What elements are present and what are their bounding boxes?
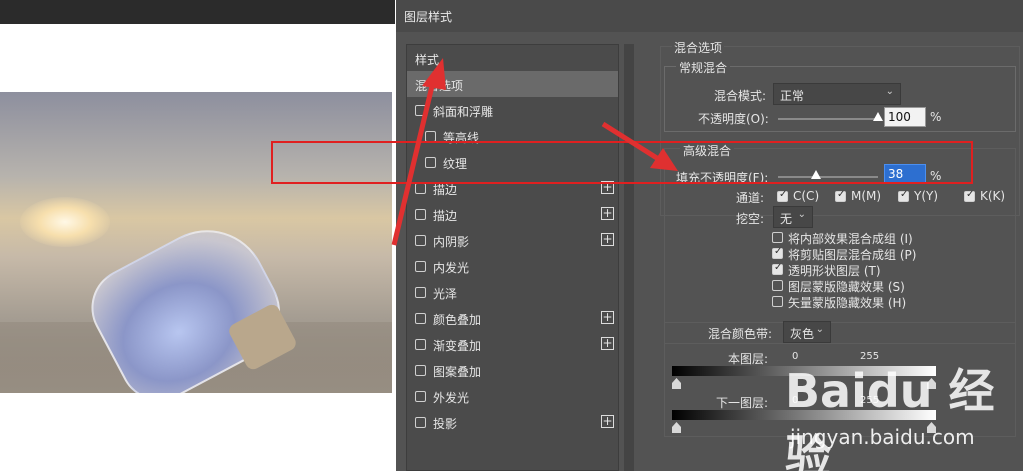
style-item-label: 斜面和浮雕 — [433, 105, 494, 119]
add-style-plus-icon[interactable]: + — [601, 415, 614, 428]
blend-mode-label: 混合模式: — [714, 89, 767, 103]
add-style-plus-icon[interactable]: + — [601, 311, 614, 324]
style-item-checkbox[interactable] — [415, 183, 426, 194]
channel-checkbox[interactable] — [964, 189, 975, 202]
style-item-checkbox[interactable] — [415, 313, 426, 324]
style-item-label: 渐变叠加 — [433, 339, 482, 353]
style-item-checkbox[interactable] — [415, 339, 426, 350]
watermark-url: jingyan.baidu.com — [790, 425, 975, 449]
add-style-plus-icon[interactable]: + — [601, 233, 614, 246]
advanced-option-checkbox[interactable] — [772, 296, 783, 307]
chevron-down-icon: ⌄ — [885, 86, 894, 97]
style-item[interactable]: 图案叠加 — [407, 357, 618, 383]
advanced-option-label: 矢量蒙版隐藏效果 (H) — [788, 296, 907, 310]
advanced-option-checkbox[interactable] — [772, 280, 783, 291]
chevron-down-icon: ⌄ — [797, 209, 806, 220]
style-item-label: 混合选项 — [415, 79, 464, 93]
style-item-checkbox[interactable] — [415, 391, 426, 402]
style-list-scrollbar[interactable] — [624, 44, 634, 471]
channel-checkbox[interactable] — [777, 189, 788, 202]
dialog-title: 图层样式 — [404, 10, 453, 24]
advanced-option-label: 将内部效果混合成组 (I) — [788, 232, 913, 246]
style-item-label: 光泽 — [433, 287, 458, 301]
opacity-slider-track[interactable] — [778, 118, 878, 120]
dialog-title-bar: 图层样式 — [396, 0, 1023, 32]
editor-top-bar — [0, 0, 395, 24]
opacity-input[interactable]: 100 — [884, 107, 926, 127]
sunset-glow — [20, 197, 110, 247]
fill-opacity-highlight-box — [271, 141, 973, 184]
style-item[interactable]: 描边 + — [407, 201, 618, 227]
style-item-label: 外发光 — [433, 391, 470, 405]
style-item[interactable]: 外发光 — [407, 383, 618, 409]
advanced-option-checkbox[interactable] — [772, 232, 783, 243]
underlying-layer-label: 下一图层: — [716, 396, 769, 410]
blend-if-value: 灰色 — [790, 327, 815, 341]
knockout-value: 无 — [780, 212, 793, 226]
blend-if-select[interactable]: 灰色 ⌄ — [783, 321, 831, 343]
style-item-checkbox[interactable] — [415, 417, 426, 428]
blend-mode-select[interactable]: 正常 ⌄ — [773, 83, 901, 105]
style-item[interactable]: 混合选项 — [407, 71, 618, 97]
channel-label: M(M) — [851, 189, 882, 203]
style-item[interactable]: 内发光 — [407, 253, 618, 279]
style-item-label: 颜色叠加 — [433, 313, 482, 327]
style-item-label: 图案叠加 — [433, 365, 482, 379]
style-item-checkbox[interactable] — [415, 235, 426, 246]
blend-options-title: 混合选项 — [672, 39, 725, 56]
channel-label: Y(Y) — [914, 189, 939, 203]
style-item-label: 投影 — [433, 417, 458, 431]
blend-mode-value: 正常 — [780, 89, 805, 103]
style-list-header: 样式 — [407, 45, 618, 71]
chevron-down-icon: ⌄ — [815, 324, 824, 335]
style-item-checkbox[interactable] — [415, 209, 426, 220]
style-item-checkbox[interactable] — [415, 105, 426, 116]
blend-if-label: 混合颜色带: — [708, 327, 773, 341]
style-item-checkbox[interactable] — [415, 287, 426, 298]
channel-label: K(K) — [980, 189, 1006, 203]
watermark-logo: Baidu 经验 — [785, 364, 995, 471]
channel-label: C(C) — [793, 189, 820, 203]
opacity-slider-thumb[interactable] — [873, 112, 883, 121]
style-list-panel: 样式 混合选项 斜面和浮雕 等高线 纹理 描边 + 描边 + 内阴影 + 内发光 光泽 颜色叠加 + 渐变叠… — [406, 44, 619, 471]
style-list-header-label: 样式 — [415, 53, 440, 67]
add-style-plus-icon[interactable]: + — [601, 207, 614, 220]
style-item-label: 内发光 — [433, 261, 470, 275]
style-item-checkbox[interactable] — [415, 261, 426, 272]
style-item[interactable]: 渐变叠加 + — [407, 331, 618, 357]
advanced-option-checkbox[interactable] — [772, 262, 783, 275]
channels-label: 通道: — [736, 191, 765, 205]
knockout-label: 挖空: — [736, 212, 765, 226]
style-item[interactable]: 内阴影 + — [407, 227, 618, 253]
style-item-checkbox[interactable] — [415, 365, 426, 376]
advanced-option-label: 图层蒙版隐藏效果 (S) — [788, 280, 905, 294]
style-item[interactable]: 光泽 — [407, 279, 618, 305]
style-item[interactable]: 投影 + — [407, 409, 618, 435]
advanced-option-label: 透明形状图层 (T) — [788, 264, 881, 278]
style-item-label: 内阴影 — [433, 235, 470, 249]
baidu-watermark: Baidu 经验 jingyan.baidu.com — [785, 355, 1015, 471]
style-item-label: 描边 — [433, 209, 458, 223]
add-style-plus-icon[interactable]: + — [601, 337, 614, 350]
opacity-label: 不透明度(O): — [698, 112, 769, 126]
channel-checkbox[interactable] — [898, 189, 909, 202]
style-item[interactable]: 颜色叠加 + — [407, 305, 618, 331]
this-layer-label: 本图层: — [728, 352, 769, 366]
style-item[interactable]: 斜面和浮雕 — [407, 97, 618, 123]
knockout-select[interactable]: 无 ⌄ — [773, 206, 813, 228]
advanced-option-label: 将剪贴图层混合成组 (P) — [788, 248, 917, 262]
channel-checkbox[interactable] — [835, 189, 846, 202]
general-blending-title: 常规混合 — [676, 59, 731, 76]
advanced-option-checkbox[interactable] — [772, 246, 783, 259]
canvas-image — [0, 92, 392, 393]
opacity-unit: % — [930, 110, 942, 124]
